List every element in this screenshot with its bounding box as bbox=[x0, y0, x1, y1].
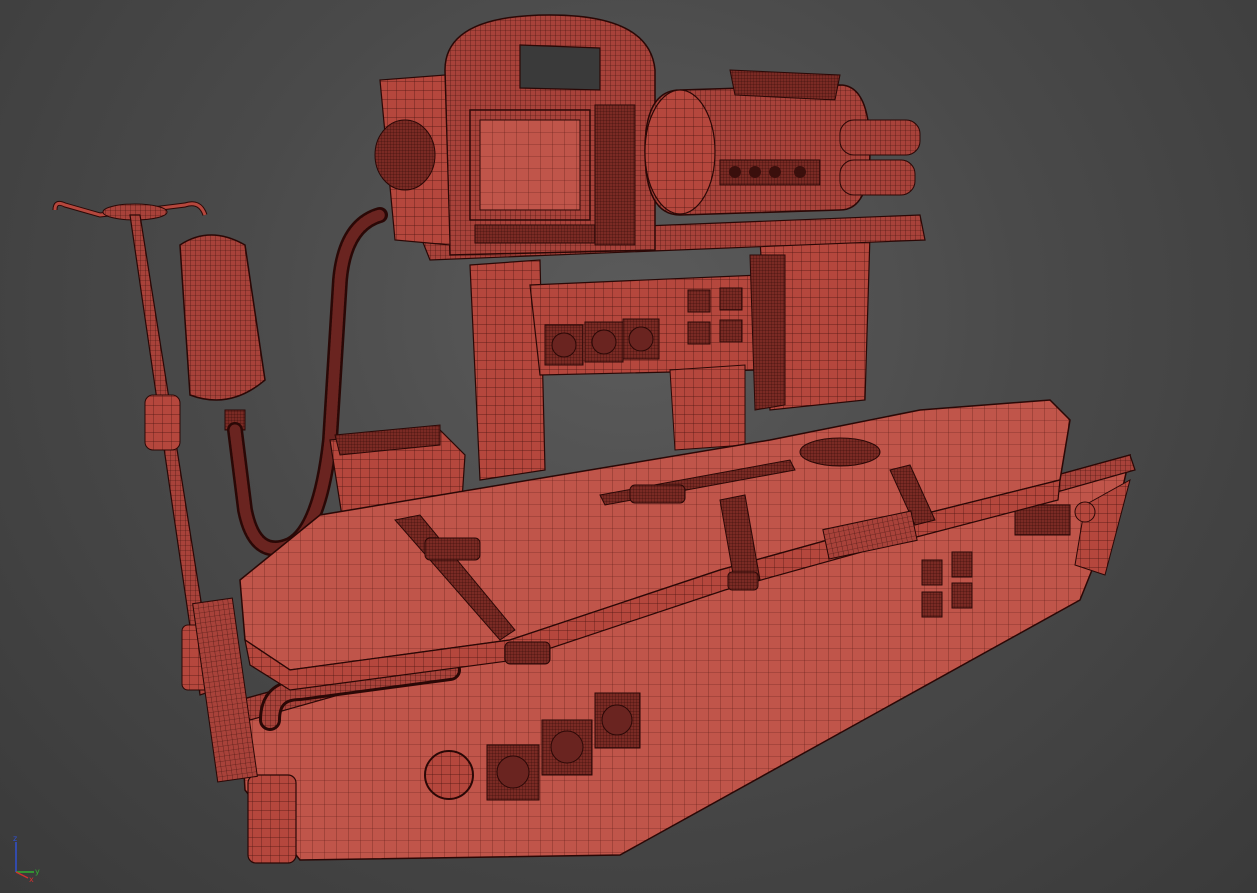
iv-bag bbox=[179, 234, 266, 431]
3d-viewport[interactable]: z y x bbox=[0, 0, 1257, 893]
x-axis-line bbox=[15, 871, 29, 879]
wireframe-model[interactable] bbox=[0, 0, 1257, 893]
cylinder-unit bbox=[644, 69, 921, 216]
axis-gizmo: z y x bbox=[13, 834, 40, 882]
x-axis-label: x bbox=[29, 875, 34, 882]
monitor-unit bbox=[374, 14, 656, 256]
y-axis-label: y bbox=[35, 867, 40, 876]
z-axis-label: z bbox=[13, 834, 17, 843]
